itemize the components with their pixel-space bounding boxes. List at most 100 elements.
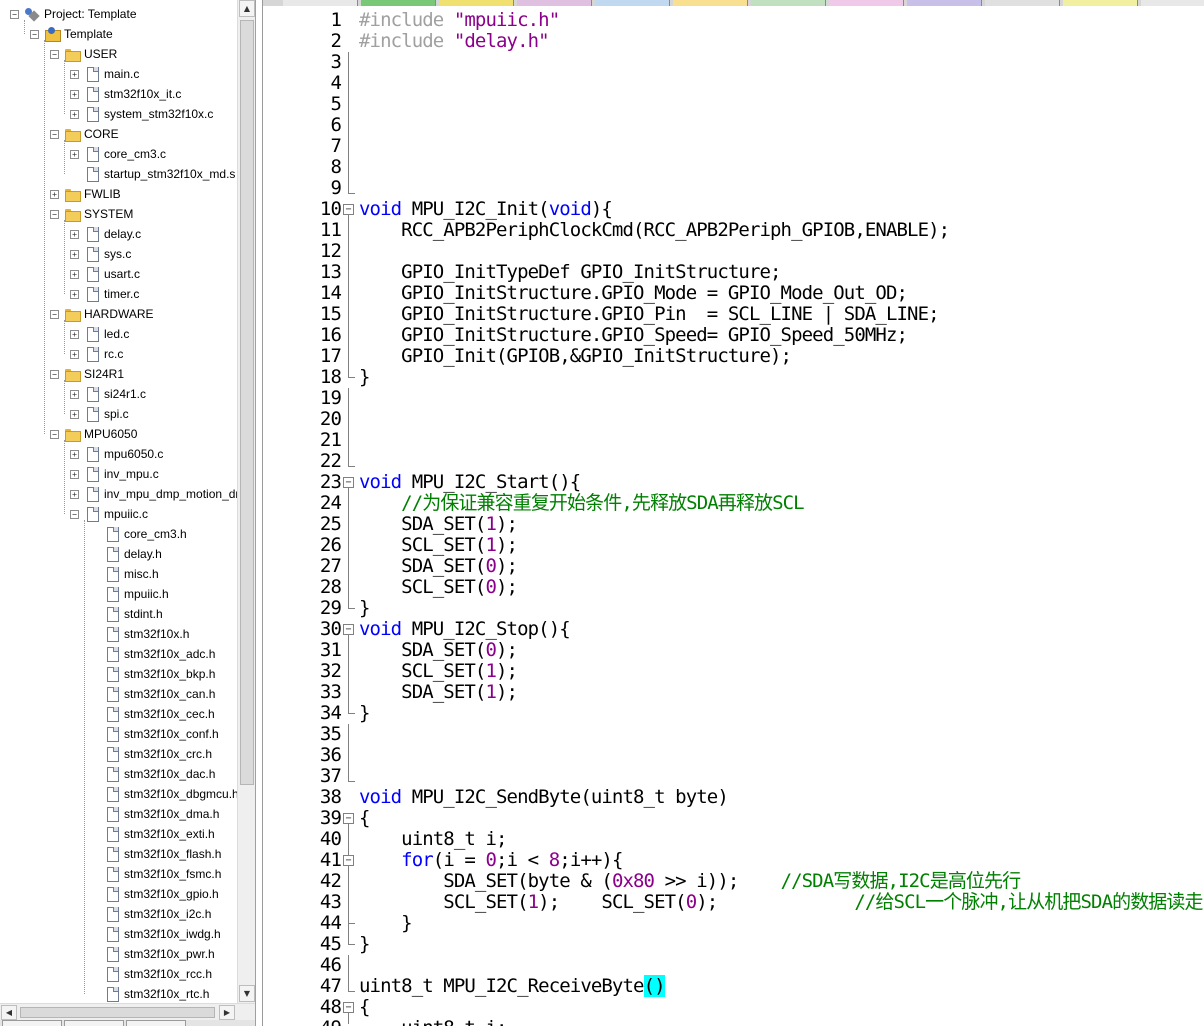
code-line[interactable]: SDA_SET(0); (359, 640, 518, 661)
tree-file[interactable]: stm32f10x_fsmc.h (90, 864, 221, 884)
tree-file[interactable]: stm32f10x_pwr.h (90, 944, 215, 964)
code-line[interactable]: uint8_t i; (359, 1018, 507, 1026)
expand-plus-icon[interactable]: + (70, 489, 79, 499)
tree-file[interactable]: stm32f10x_adc.h (90, 644, 215, 664)
tree-file[interactable]: stm32f10x_dbgmcu.h (90, 784, 237, 804)
code-line[interactable]: } (359, 598, 370, 619)
collapse-minus-icon[interactable]: − (50, 429, 59, 439)
tree-folder[interactable]: − SI24R1 (50, 364, 124, 384)
tree-file[interactable]: + delay.c (70, 224, 141, 244)
tree-file[interactable]: + mpu6050.c (70, 444, 163, 464)
code-line[interactable]: for(i = 0;i < 8;i++){ (359, 850, 623, 871)
fold-collapse-icon[interactable]: − (343, 813, 354, 824)
tree-file[interactable]: + rc.c (70, 344, 123, 364)
tree-file[interactable]: stm32f10x_crc.h (90, 744, 212, 764)
tree-horizontal-scroll-thumb[interactable] (20, 1007, 215, 1018)
tree-file[interactable]: delay.h (90, 544, 162, 564)
code-line[interactable]: void MPU_I2C_Stop(){ (359, 619, 571, 640)
expand-plus-icon[interactable]: + (70, 289, 79, 299)
tree-file[interactable]: stdint.h (90, 604, 163, 624)
expand-plus-icon[interactable]: + (70, 69, 79, 79)
tree-file[interactable]: startup_stm32f10x_md.s (70, 164, 235, 184)
tree-file[interactable]: + usart.c (70, 264, 140, 284)
tree-file[interactable]: stm32f10x_can.h (90, 684, 215, 704)
code-line[interactable]: #include "delay.h" (359, 31, 550, 52)
expand-plus-icon[interactable]: + (70, 89, 79, 99)
tree-file[interactable]: core_cm3.h (90, 524, 187, 544)
pane-tab-project[interactable] (2, 1020, 62, 1026)
code-line[interactable]: GPIO_InitTypeDef GPIO_InitStructure; (359, 262, 781, 283)
code-line[interactable]: GPIO_InitStructure.GPIO_Mode = GPIO_Mode… (359, 283, 908, 304)
code-line[interactable]: RCC_APB2PeriphClockCmd(RCC_APB2Periph_GP… (359, 220, 950, 241)
tree-file[interactable]: + main.c (70, 64, 139, 84)
tree-file[interactable]: stm32f10x_i2c.h (90, 904, 211, 924)
tree-folder[interactable]: − HARDWARE (50, 304, 154, 324)
tree-file[interactable]: stm32f10x_exti.h (90, 824, 215, 844)
code-line[interactable]: SCL_SET(0); (359, 577, 518, 598)
tree-folder[interactable]: − CORE (50, 124, 119, 144)
tree-file[interactable]: stm32f10x_iwdg.h (90, 924, 221, 944)
expand-plus-icon[interactable]: + (70, 269, 79, 279)
tree-horizontal-scrollbar[interactable]: ◀ ▶ (0, 1003, 255, 1020)
tree-file[interactable]: + system_stm32f10x.c (70, 104, 213, 124)
tree-folder[interactable]: + FWLIB (50, 184, 121, 204)
tree-file[interactable]: + si24r1.c (70, 384, 146, 404)
tree-file[interactable]: + core_cm3.c (70, 144, 166, 164)
code-line[interactable]: void MPU_I2C_SendByte(uint8_t byte) (359, 787, 729, 808)
code-line[interactable]: void MPU_I2C_Init(void){ (359, 199, 613, 220)
pane-tab-functions[interactable] (126, 1020, 186, 1026)
tree-file[interactable]: stm32f10x_rcc.h (90, 964, 212, 984)
tree-vertical-scroll-thumb[interactable] (240, 20, 254, 785)
code-line[interactable]: } (359, 703, 370, 724)
collapse-minus-icon[interactable]: − (10, 9, 19, 19)
tree-file[interactable]: + timer.c (70, 284, 139, 304)
expand-plus-icon[interactable]: + (70, 409, 79, 419)
tree-file[interactable]: + spi.c (70, 404, 129, 424)
tree-folder[interactable]: − MPU6050 (50, 424, 137, 444)
code-line[interactable]: //为保证兼容重复开始条件,先释放SDA再释放SCL (359, 493, 804, 514)
fold-collapse-icon[interactable]: − (343, 477, 354, 488)
expand-plus-icon[interactable]: + (70, 329, 79, 339)
code-text-area[interactable]: #include "mpuiic.h" #include "delay.h" voi… (359, 6, 1204, 1026)
code-line[interactable]: SCL_SET(1); (359, 661, 518, 682)
scroll-up-arrow-icon[interactable]: ▲ (239, 0, 255, 17)
code-line[interactable]: SDA_SET(0); (359, 556, 518, 577)
code-line[interactable]: uint8_t MPU_I2C_ReceiveByte() (359, 975, 666, 997)
code-line[interactable]: #include "mpuiic.h" (359, 10, 560, 31)
tree-file[interactable]: + led.c (70, 324, 129, 344)
code-line[interactable]: SDA_SET(1); (359, 682, 518, 703)
tree-file[interactable]: + inv_mpu_dmp_motion_driver.c (70, 484, 237, 504)
collapse-minus-icon[interactable]: − (30, 29, 39, 39)
code-line[interactable]: } (359, 913, 412, 934)
code-line[interactable]: SDA_SET(1); (359, 514, 518, 535)
scroll-down-arrow-icon[interactable]: ▼ (239, 985, 255, 1002)
code-line[interactable]: void MPU_I2C_Start(){ (359, 472, 581, 493)
expand-plus-icon[interactable]: + (70, 249, 79, 259)
code-line[interactable]: SCL_SET(1); (359, 535, 518, 556)
expand-plus-icon[interactable]: + (70, 109, 79, 119)
scroll-left-arrow-icon[interactable]: ◀ (1, 1005, 17, 1020)
tree-file[interactable]: mpuiic.h (90, 584, 169, 604)
tree-node[interactable]: − Project: Template (10, 4, 137, 24)
expand-plus-icon[interactable]: + (70, 149, 79, 159)
collapse-minus-icon[interactable]: − (50, 369, 59, 379)
tree-file[interactable]: − mpuiic.c (70, 504, 148, 524)
tree-file[interactable]: + inv_mpu.c (70, 464, 159, 484)
code-line[interactable]: SCL_SET(1); SCL_SET(0); //给SCL一个脉冲,让从机把S… (359, 892, 1203, 913)
tree-file[interactable]: stm32f10x_conf.h (90, 724, 219, 744)
code-line[interactable]: { (359, 997, 370, 1018)
collapse-minus-icon[interactable]: − (70, 509, 79, 519)
tree-file[interactable]: stm32f10x_cec.h (90, 704, 215, 724)
code-line[interactable]: } (359, 934, 370, 955)
tree-file[interactable]: stm32f10x_bkp.h (90, 664, 215, 684)
tree-node[interactable]: − Template (30, 24, 113, 44)
fold-collapse-icon[interactable]: − (343, 1002, 354, 1013)
tree-file[interactable]: stm32f10x.h (90, 624, 189, 644)
tree-file[interactable]: stm32f10x_gpio.h (90, 884, 219, 904)
tree-file[interactable]: stm32f10x_rtc.h (90, 984, 209, 1002)
collapse-minus-icon[interactable]: − (50, 49, 59, 59)
tree-folder[interactable]: − USER (50, 44, 117, 64)
pane-tab-books[interactable] (64, 1020, 124, 1026)
collapse-minus-icon[interactable]: − (50, 209, 59, 219)
fold-collapse-icon[interactable]: − (343, 204, 354, 215)
